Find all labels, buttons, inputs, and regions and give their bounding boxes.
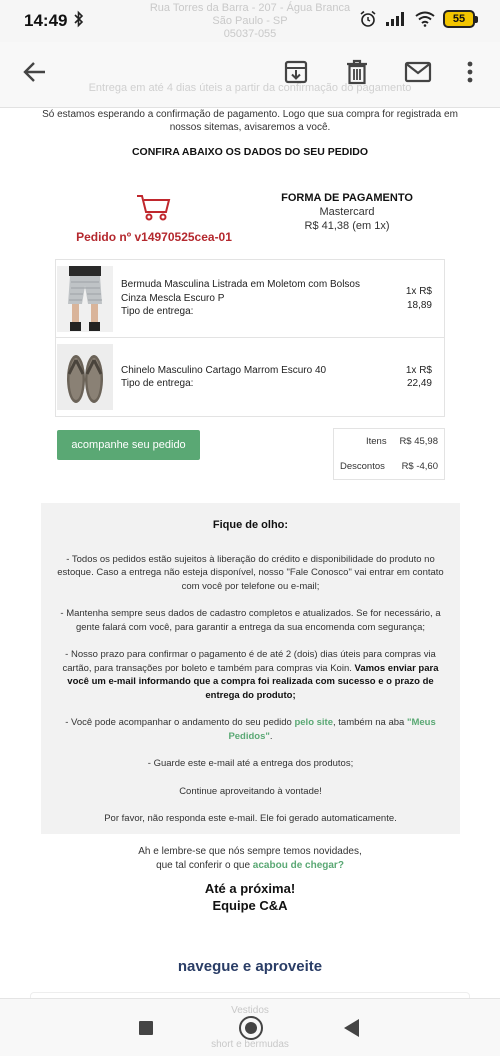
back-arrow-icon[interactable] bbox=[22, 59, 48, 85]
recents-button[interactable] bbox=[139, 1021, 153, 1035]
product-image-sandals bbox=[57, 344, 113, 410]
ghost-zip-line: 05037-055 bbox=[223, 28, 277, 40]
product-image-shorts bbox=[57, 265, 113, 332]
item-name: Bermuda Masculina Listrada em Moletom co… bbox=[121, 279, 360, 304]
ghost-address-line: Rua Torres da Barra - 207 - Água Branca bbox=[149, 2, 351, 14]
item-delivery-label: Tipo de entrega: bbox=[121, 378, 194, 389]
item-qty: 1x R$ bbox=[405, 286, 432, 297]
totals-row-items: Itens R$ 45,98 bbox=[340, 435, 438, 448]
notice-track: - Você pode acompanhar o andamento do se… bbox=[41, 716, 460, 743]
order-totals: Itens R$ 45,98 Descontos R$ -4,60 bbox=[333, 428, 445, 480]
payment-method: Mastercard bbox=[319, 206, 375, 218]
notice-payment-deadline: - Nosso prazo para confirmar o pagamento… bbox=[41, 648, 460, 702]
item-description: Chinelo Masculino Cartago Marrom Escuro … bbox=[113, 364, 382, 391]
totals-row-discounts: Descontos R$ -4,60 bbox=[340, 460, 438, 473]
order-item-row: Chinelo Masculino Cartago Marrom Escuro … bbox=[56, 338, 444, 416]
mail-icon[interactable] bbox=[404, 59, 432, 85]
more-vert-icon[interactable] bbox=[466, 59, 474, 85]
notice-registration: - Mantenha sempre seus dados de cadastro… bbox=[60, 608, 441, 633]
navegue-heading: navegue e aproveite bbox=[177, 958, 323, 975]
notice-credit: - Todos os pedidos estão sujeitos à libe… bbox=[57, 553, 444, 592]
payment-info: FORMA DE PAGAMENTO Mastercard R$ 41,38 (… bbox=[262, 192, 432, 232]
notice-track-end: . bbox=[269, 730, 273, 742]
ghost-category-1: Vestidos bbox=[231, 1005, 269, 1016]
totals-label: Descontos bbox=[340, 461, 385, 472]
item-delivery-label: Tipo de entrega: bbox=[121, 306, 194, 318]
system-nav-bar: Vestidos short e bermudas bbox=[0, 998, 500, 1056]
item-price: 1x R$ 22,49 bbox=[382, 364, 444, 391]
item-price-value: 22,49 bbox=[406, 378, 432, 389]
new-arrivals-link[interactable]: acabou de chegar? bbox=[253, 860, 344, 871]
payment-waiting-text: Só estamos esperando a confirmação de pa… bbox=[42, 109, 458, 133]
track-order-button[interactable]: acompanhe seu pedido bbox=[57, 430, 200, 460]
confirm-title: CONFIRA ABAIXO OS DADOS DO SEU PEDIDO bbox=[131, 146, 369, 158]
payment-title: FORMA DE PAGAMENTO bbox=[281, 192, 413, 204]
notice-track-text: - Você pode acompanhar o andamento do se… bbox=[65, 717, 295, 728]
remember-line1: Ah e lembre-se que nós sempre temos novi… bbox=[138, 846, 362, 857]
signoff: Até a próxima! Equipe C&A bbox=[0, 880, 500, 914]
order-number: Pedido nº v14970525cea-01 bbox=[76, 230, 232, 244]
item-qty: 1x R$ bbox=[405, 364, 432, 376]
signoff-line1: Até a próxima! bbox=[204, 881, 296, 896]
ghost-city-line: São Paulo - SP bbox=[212, 15, 288, 27]
signoff-line2: Equipe C&A bbox=[212, 898, 288, 913]
item-price: 1x R$ 18,89 bbox=[382, 285, 444, 312]
remember-text: Ah e lembre-se que nós sempre temos novi… bbox=[0, 845, 500, 872]
archive-icon[interactable] bbox=[284, 59, 308, 85]
totals-value: R$ -4,60 bbox=[401, 461, 438, 472]
item-name: Chinelo Masculino Cartago Marrom Escuro … bbox=[121, 364, 327, 376]
notice-box: Fique de olho: - Todos os pedidos estão … bbox=[41, 503, 460, 834]
remember-line2: que tal conferir o que acabou de chegar? bbox=[0, 859, 500, 873]
shopping-cart-icon bbox=[137, 195, 171, 221]
delete-icon[interactable] bbox=[346, 59, 368, 85]
notice-no-reply: Por favor, não responda este e-mail. Ele… bbox=[104, 813, 397, 824]
order-item-row: Bermuda Masculina Listrada em Moletom co… bbox=[56, 260, 444, 338]
remember-line2-text: que tal conferir o que bbox=[156, 859, 253, 871]
back-button[interactable] bbox=[344, 1019, 359, 1037]
notice-enjoy: Continue aproveitando à vontade! bbox=[179, 785, 322, 797]
totals-label: Itens bbox=[366, 436, 387, 447]
ghost-category-2: short e bermudas bbox=[211, 1039, 289, 1050]
home-button[interactable] bbox=[239, 1016, 263, 1040]
payment-amount: R$ 41,38 (em 1x) bbox=[304, 220, 390, 232]
app-bar: Entrega em até 4 dias úteis a partir da … bbox=[0, 42, 500, 108]
notice-track-text2: , também na aba bbox=[333, 717, 407, 728]
order-items-table: Bermuda Masculina Listrada em Moletom co… bbox=[55, 259, 445, 417]
site-link[interactable]: pelo site bbox=[294, 717, 333, 728]
item-description: Bermuda Masculina Listrada em Moletom co… bbox=[113, 278, 382, 319]
item-price-value: 18,89 bbox=[406, 299, 432, 311]
totals-value: R$ 45,98 bbox=[399, 436, 438, 447]
notice-keep-email: - Guarde este e-mail até a entrega dos p… bbox=[147, 758, 354, 769]
notice-title: Fique de olho: bbox=[212, 519, 289, 531]
